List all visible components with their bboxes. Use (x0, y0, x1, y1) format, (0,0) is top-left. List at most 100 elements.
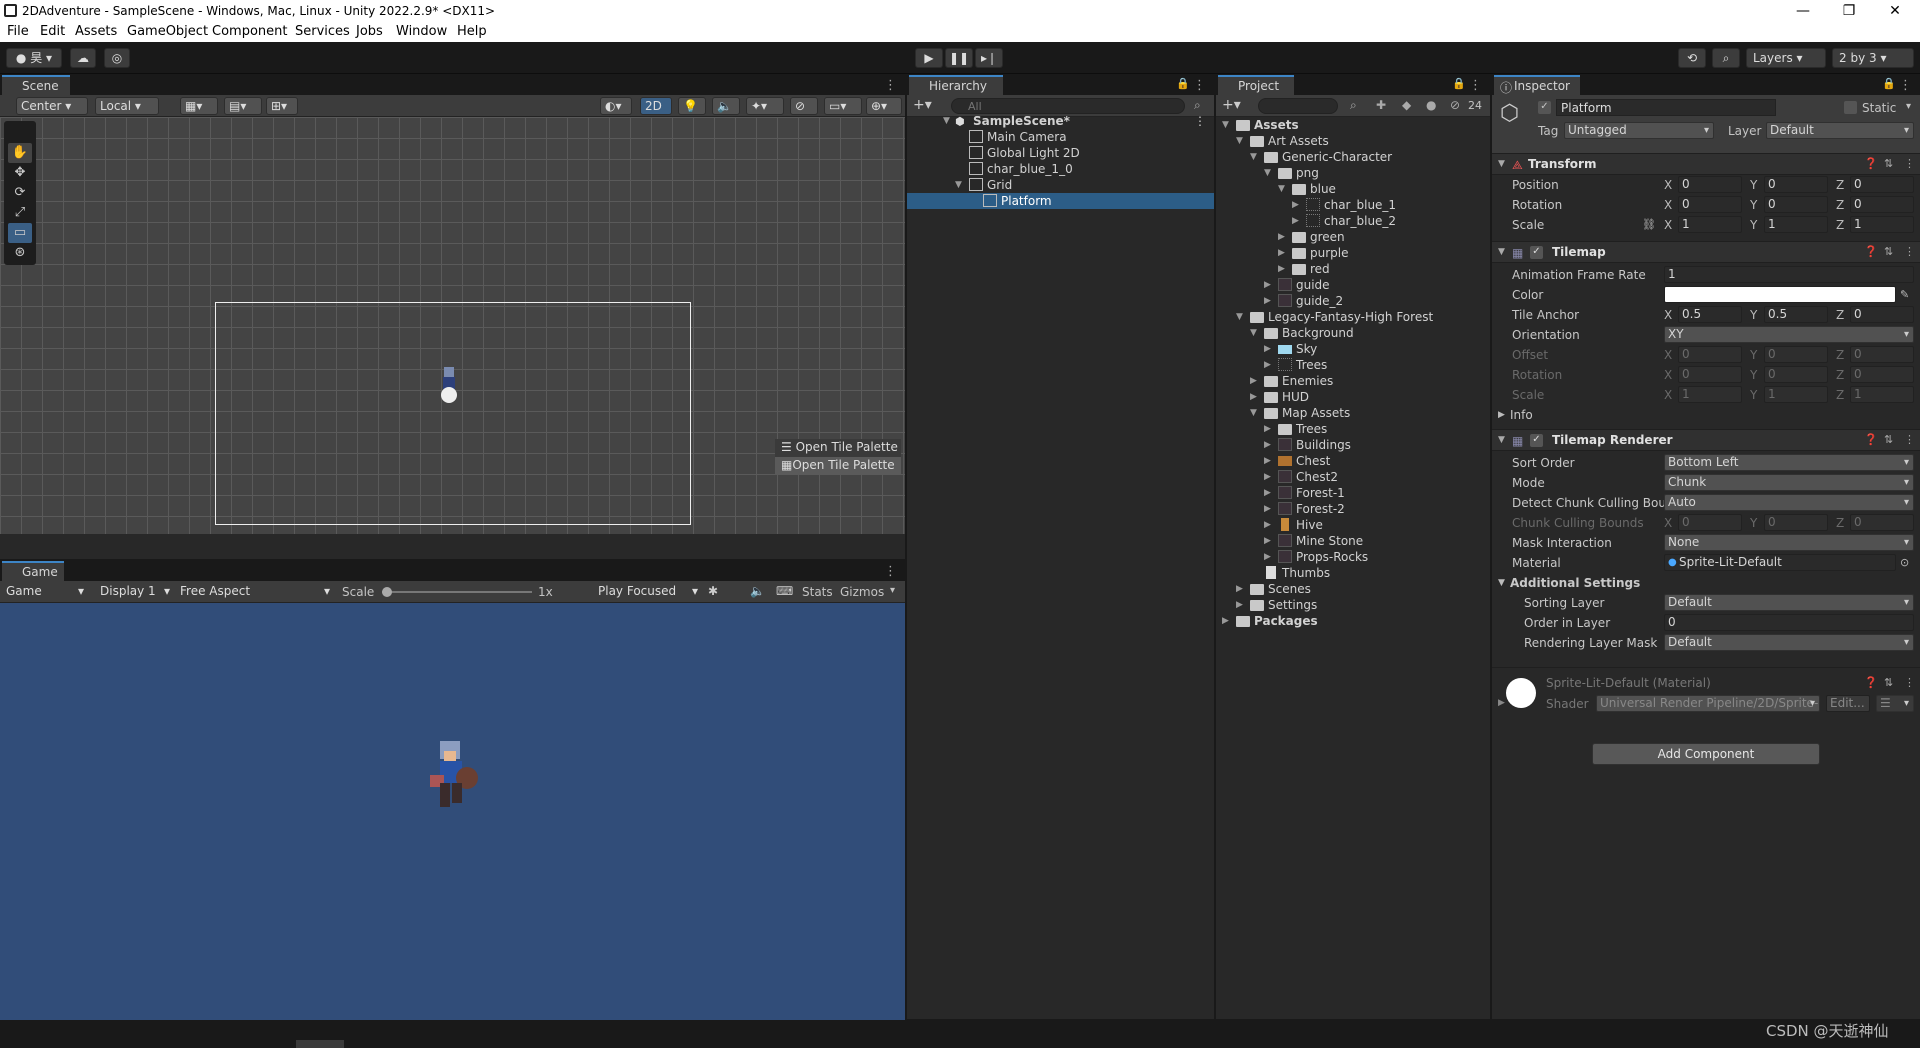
help-icon[interactable]: ❓ (1864, 433, 1878, 446)
expand-arrow-icon[interactable]: ▼ (955, 177, 962, 193)
add-icon[interactable]: +▾ (913, 97, 932, 113)
component-menu-icon[interactable]: ⋮ (1904, 676, 1915, 689)
material-field[interactable]: ● Sprite-Lit-Default (1664, 554, 1896, 571)
object-name-input[interactable] (1556, 99, 1776, 116)
character-sprite[interactable] (440, 367, 458, 403)
project-tree-item[interactable]: ▶ Scenes (1216, 581, 1490, 597)
audio-icon[interactable]: 🔈 (712, 97, 740, 115)
tilemap-enabled-checkbox[interactable]: ✓ (1530, 246, 1543, 259)
expand-arrow-icon[interactable]: ▶ (1264, 549, 1271, 565)
scene-menu-icon[interactable]: ⋮ (884, 78, 897, 93)
row-menu-icon[interactable]: ⋮ (1194, 113, 1206, 129)
project-tree-item[interactable]: ▶ Settings (1216, 597, 1490, 613)
project-tree-item[interactable]: ▶ char_blue_2 (1216, 213, 1490, 229)
transform-tool-icon[interactable]: ⊛ (8, 243, 32, 263)
menu-file[interactable]: File (7, 24, 29, 39)
lighting-icon[interactable]: 💡 (678, 97, 706, 115)
project-tree-item[interactable]: ▼ Generic-Character (1216, 149, 1490, 165)
menu-jobs[interactable]: Jobs (356, 24, 383, 39)
project-tree-item[interactable]: ▶ Forest-1 (1216, 485, 1490, 501)
grid-snap-icon[interactable]: ▦▾ (180, 97, 218, 115)
project-tree-item[interactable]: ▼ png (1216, 165, 1490, 181)
collapse-arrow-icon[interactable]: ▼ (1498, 435, 1505, 445)
eyedropper-icon[interactable]: ✎ (1900, 288, 1909, 301)
menu-help[interactable]: Help (457, 24, 487, 39)
gizmos-button[interactable]: Gizmos (840, 585, 884, 599)
rotation-z-field[interactable]: 0 (1850, 196, 1914, 213)
scale-y-field[interactable]: 1 (1764, 216, 1828, 233)
grid-visibility-icon[interactable]: ▤▾ (224, 97, 262, 115)
layer-dropdown[interactable]: Default (1766, 122, 1914, 139)
menu-services[interactable]: Services (295, 24, 350, 39)
hierarchy-search-input[interactable] (951, 98, 1185, 114)
expand-arrow-icon[interactable]: ▼ (1264, 165, 1271, 181)
project-tree-item[interactable]: ▶ char_blue_1 (1216, 197, 1490, 213)
shader-edit-button[interactable]: Edit... (1826, 695, 1870, 712)
transform-header[interactable]: ▼ ⟁ Transform ❓ ⇅ ⋮ (1492, 153, 1920, 175)
project-tree-item[interactable]: ▶ purple (1216, 245, 1490, 261)
scale-z-field[interactable]: 1 (1850, 216, 1914, 233)
component-menu-icon[interactable]: ⋮ (1904, 157, 1915, 170)
expand-arrow-icon[interactable]: ▼ (1250, 405, 1257, 421)
expand-arrow-icon[interactable]: ▼ (1250, 149, 1257, 165)
expand-arrow-icon[interactable]: ▼ (1278, 181, 1285, 197)
lock-icon[interactable]: 🔒 (1176, 77, 1190, 90)
info-foldout[interactable]: ▶ Info (1492, 405, 1920, 425)
expand-arrow-icon[interactable]: ▶ (1236, 581, 1243, 597)
expand-arrow-icon[interactable]: ▶ (1264, 501, 1271, 517)
layers-dropdown[interactable]: Layers ▾ (1746, 48, 1826, 68)
tree-row[interactable]: ▼ Grid (907, 177, 1214, 193)
project-tree-item[interactable]: ▶ guide (1216, 277, 1490, 293)
tilemap-renderer-header[interactable]: ▼ ▦ ✓ Tilemap Renderer ❓ ⇅ ⋮ (1492, 429, 1920, 451)
menu-gameobject[interactable]: GameObject (127, 24, 208, 39)
preset-icon[interactable]: ⇅ (1884, 245, 1893, 258)
step-button[interactable]: ▸❘ (975, 48, 1003, 68)
inspector-menu-icon[interactable]: ⋮ (1899, 78, 1912, 93)
rotation-x-field[interactable]: 0 (1678, 196, 1742, 213)
display-dropdown[interactable]: Display 1 ▾ (96, 583, 174, 601)
project-tree-item[interactable]: ▶ Hive (1216, 517, 1490, 533)
gizmos-chevron-icon[interactable]: ▾ (890, 585, 895, 596)
open-tile-palette-button-2[interactable]: ▦Open Tile Palette (775, 457, 901, 475)
expand-arrow-icon[interactable]: ▶ (1292, 213, 1299, 229)
shader-dropdown[interactable]: Universal Render Pipeline/2D/Sprite- (1596, 695, 1820, 712)
preset-icon[interactable]: ⇅ (1884, 676, 1893, 689)
mode-dropdown[interactable]: Chunk (1664, 474, 1914, 491)
bug-icon[interactable]: ✱ (708, 584, 718, 598)
collapse-arrow-icon[interactable]: ▼ (1498, 247, 1505, 257)
tab-hierarchy[interactable]: Hierarchy (909, 75, 1003, 96)
expand-arrow-icon[interactable]: ▶ (1264, 277, 1271, 293)
project-menu-icon[interactable]: ⋮ (1469, 78, 1482, 93)
search-icon[interactable]: ⌕ (1712, 48, 1740, 68)
expand-arrow-icon[interactable]: ▶ (1278, 245, 1285, 261)
anchor-z-field[interactable]: 0 (1850, 306, 1914, 323)
rotation-y-field[interactable]: 0 (1764, 196, 1828, 213)
expand-arrow-icon[interactable]: ▶ (1236, 597, 1243, 613)
constrain-proportions-icon[interactable]: ⛓ (1642, 218, 1656, 231)
label-icon[interactable]: ◆ (1402, 98, 1411, 112)
project-tree-item[interactable]: ▶ Trees (1216, 421, 1490, 437)
lock-icon[interactable]: 🔒 (1452, 77, 1466, 90)
project-tree-item[interactable]: ▶ Buildings (1216, 437, 1490, 453)
play-button[interactable]: ▶ (915, 48, 943, 68)
expand-arrow-icon[interactable]: ▶ (1498, 698, 1505, 708)
expand-arrow-icon[interactable]: ▶ (1222, 613, 1229, 629)
tag-dropdown[interactable]: Untagged (1564, 122, 1714, 139)
tab-game[interactable]: Game (2, 561, 64, 582)
tree-row[interactable]: Main Camera (907, 129, 1214, 145)
menu-window[interactable]: Window (396, 24, 447, 39)
expand-arrow-icon[interactable]: ▶ (1498, 410, 1505, 420)
search-filter-icon[interactable]: ⌕ (1194, 98, 1201, 113)
tilemap-header[interactable]: ▼ ▦ ✓ Tilemap ❓ ⇅ ⋮ (1492, 241, 1920, 263)
hidden-packages-icon[interactable]: ⊘ (1450, 98, 1460, 112)
pivot-dropdown[interactable]: Center ▾ (16, 97, 88, 115)
hand-tool-icon[interactable]: ✋ (8, 143, 32, 163)
gizmos-icon[interactable]: ⊕▾ (866, 97, 902, 115)
space-dropdown[interactable]: Local ▾ (95, 97, 159, 115)
component-menu-icon[interactable]: ⋮ (1904, 245, 1915, 258)
hierarchy-menu-icon[interactable]: ⋮ (1193, 78, 1206, 93)
component-menu-icon[interactable]: ⋮ (1904, 433, 1915, 446)
tab-scene[interactable]: Scene (2, 75, 70, 96)
effects-icon[interactable]: ✦▾ (746, 97, 784, 115)
chevron-down-icon[interactable]: ▾ (1906, 101, 1911, 112)
